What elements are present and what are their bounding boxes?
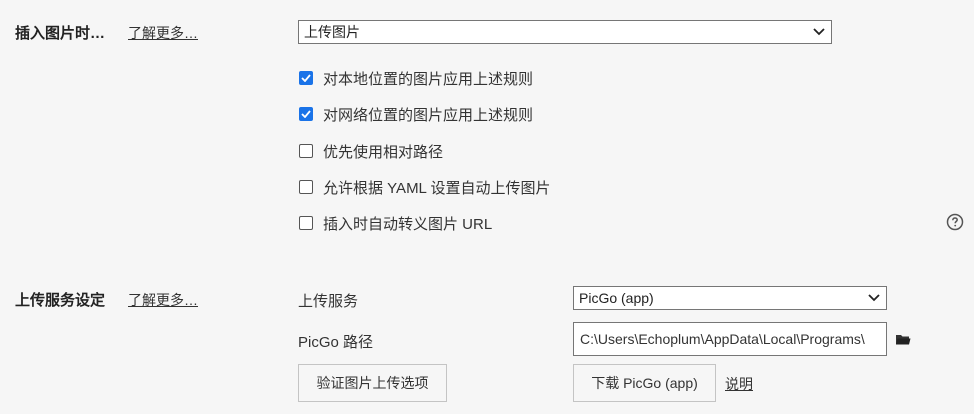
option-label: 允许根据 YAML 设置自动上传图片 — [323, 179, 551, 197]
folder-icon[interactable] — [895, 333, 911, 346]
option-yaml-auto-upload[interactable]: 允许根据 YAML 设置自动上传图片 — [299, 177, 551, 197]
insert-image-options-list: 对本地位置的图片应用上述规则 对网络位置的图片应用上述规则 优先使用相对路径 允… — [299, 68, 551, 233]
insert-image-action-select[interactable]: 上传图片 — [298, 20, 832, 44]
option-label: 优先使用相对路径 — [323, 143, 444, 161]
checkbox-checked[interactable] — [299, 107, 313, 121]
download-picgo-button[interactable]: 下载 PicGo (app) — [573, 364, 716, 402]
checkbox-unchecked[interactable] — [299, 216, 313, 230]
verify-upload-button[interactable]: 验证图片上传选项 — [298, 364, 447, 402]
upload-service-label: 上传服务 — [298, 293, 359, 310]
checkbox-checked[interactable] — [299, 71, 313, 85]
option-label: 对本地位置的图片应用上述规则 — [323, 70, 534, 88]
upload-service-section-title: 上传服务设定 — [15, 292, 106, 309]
option-label: 对网络位置的图片应用上述规则 — [323, 106, 534, 124]
option-local-images[interactable]: 对本地位置的图片应用上述规则 — [299, 68, 551, 88]
checkbox-unchecked[interactable] — [299, 144, 313, 158]
option-relative-path[interactable]: 优先使用相对路径 — [299, 141, 551, 161]
option-network-images[interactable]: 对网络位置的图片应用上述规则 — [299, 104, 551, 124]
question-circle-icon[interactable] — [946, 213, 964, 231]
checkbox-unchecked[interactable] — [299, 180, 313, 194]
insert-image-learn-more-link[interactable]: 了解更多… — [128, 23, 198, 43]
chevron-down-icon — [865, 289, 883, 307]
chevron-down-icon — [810, 23, 828, 41]
picgo-path-input[interactable]: C:\Users\Echoplum\AppData\Local\Programs… — [573, 322, 887, 356]
upload-service-select-value: PicGo (app) — [579, 290, 654, 306]
upload-service-select[interactable]: PicGo (app) — [573, 286, 887, 310]
picgo-path-label: PicGo 路径 — [298, 334, 374, 351]
option-label: 插入时自动转义图片 URL — [323, 215, 493, 233]
picgo-path-value: C:\Users\Echoplum\AppData\Local\Programs… — [580, 331, 865, 347]
insert-image-action-select-value: 上传图片 — [304, 24, 360, 40]
upload-service-learn-more-link[interactable]: 了解更多… — [128, 290, 198, 310]
explain-link[interactable]: 说明 — [725, 374, 753, 394]
insert-image-section-title: 插入图片时… — [15, 25, 106, 42]
option-escape-url[interactable]: 插入时自动转义图片 URL — [299, 213, 551, 233]
